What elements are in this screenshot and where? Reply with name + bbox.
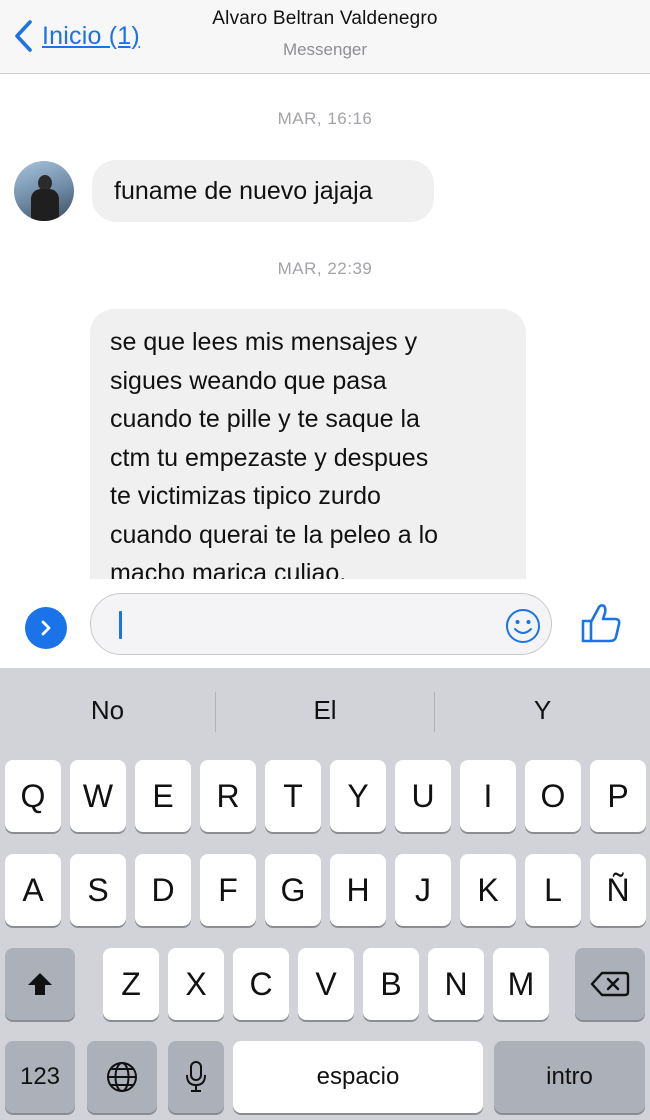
dictation-key[interactable]: [168, 1041, 224, 1113]
numbers-key[interactable]: 123: [5, 1041, 75, 1113]
key-z[interactable]: Z: [103, 948, 159, 1020]
suggestion-item[interactable]: No: [0, 668, 215, 753]
message-input[interactable]: [90, 593, 552, 655]
predictive-bar: No El Y: [0, 668, 650, 753]
conversation-thread[interactable]: MAR, 16:16 funame de nuevo jajaja MAR, 2…: [0, 75, 650, 579]
key-l[interactable]: L: [525, 854, 581, 926]
return-key-label: intro: [546, 1063, 593, 1090]
chevron-left-icon: [15, 20, 32, 52]
navigation-bar: Inicio (1) Alvaro Beltran Valdenegro Mes…: [0, 0, 650, 74]
contact-name: Alvaro Beltran Valdenegro: [212, 8, 438, 29]
smiley-icon[interactable]: [505, 608, 541, 644]
shift-key[interactable]: [5, 948, 75, 1020]
key-o[interactable]: O: [525, 760, 581, 832]
back-button[interactable]: Inicio (1): [12, 16, 140, 56]
key-e[interactable]: E: [135, 760, 191, 832]
shift-arrow-icon: [28, 973, 52, 995]
key-v[interactable]: V: [298, 948, 354, 1020]
message-line: ctm tu empezaste y despues: [110, 443, 429, 472]
thumbs-up-icon[interactable]: [580, 601, 622, 645]
key-g[interactable]: G: [265, 854, 321, 926]
back-label: Inicio (1): [42, 21, 140, 50]
key-s[interactable]: S: [70, 854, 126, 926]
key-n[interactable]: N: [428, 948, 484, 1020]
key-b[interactable]: B: [363, 948, 419, 1020]
message-line: cuando querai te la peleo a lo: [110, 520, 439, 549]
message-bubble[interactable]: se que lees mis mensajes y sigues weando…: [90, 309, 526, 579]
key-d[interactable]: D: [135, 854, 191, 926]
space-key[interactable]: espacio: [233, 1041, 483, 1113]
message-line: sigues weando que pasa: [110, 366, 387, 395]
key-k[interactable]: K: [460, 854, 516, 926]
suggestion-item[interactable]: El: [216, 668, 434, 753]
key-p[interactable]: P: [590, 760, 646, 832]
message-line: se que lees mis mensajes y: [110, 328, 418, 356]
key-x[interactable]: X: [168, 948, 224, 1020]
return-key[interactable]: intro: [494, 1041, 645, 1113]
key-f[interactable]: F: [200, 854, 256, 926]
message-bubble[interactable]: funame de nuevo jajaja: [92, 160, 434, 222]
key-i[interactable]: I: [460, 760, 516, 832]
globe-key[interactable]: [87, 1041, 157, 1113]
globe-icon: [107, 1062, 137, 1092]
key-w[interactable]: W: [70, 760, 126, 832]
chevron-right-icon: [41, 620, 51, 636]
key-h[interactable]: H: [330, 854, 386, 926]
delete-key[interactable]: [575, 948, 645, 1020]
key-c[interactable]: C: [233, 948, 289, 1020]
suggestion-item[interactable]: Y: [435, 668, 650, 753]
text-cursor: [119, 611, 122, 639]
key-m[interactable]: M: [493, 948, 549, 1020]
numbers-key-label: 123: [19, 1063, 61, 1090]
key-q[interactable]: Q: [5, 760, 61, 832]
avatar[interactable]: [14, 161, 74, 221]
key-u[interactable]: U: [395, 760, 451, 832]
timestamp: MAR, 22:39: [277, 259, 373, 278]
key-n-tilde[interactable]: Ñ: [590, 854, 646, 926]
message-line: cuando te pille y te saque la: [110, 405, 420, 433]
message-composer: [0, 579, 650, 668]
key-j[interactable]: J: [395, 854, 451, 926]
message-line: macho marica culiao.: [110, 559, 347, 579]
backspace-icon: [590, 971, 630, 997]
on-screen-keyboard: No El Y Q W E R T Y U I O P A S D F G H …: [0, 668, 650, 1120]
space-key-label: espacio: [316, 1063, 400, 1090]
app-subtitle: Messenger: [282, 40, 368, 59]
message-line: funame de nuevo jajaja: [114, 177, 373, 205]
expand-actions-button[interactable]: [25, 607, 67, 649]
timestamp: MAR, 16:16: [277, 109, 373, 128]
key-a[interactable]: A: [5, 854, 61, 926]
conversation-title[interactable]: Alvaro Beltran Valdenegro Messenger: [150, 8, 500, 60]
key-t[interactable]: T: [265, 760, 321, 832]
key-y[interactable]: Y: [330, 760, 386, 832]
microphone-icon: [186, 1061, 206, 1092]
key-r[interactable]: R: [200, 760, 256, 832]
message-line: te victimizas tipico zurdo: [110, 482, 381, 510]
